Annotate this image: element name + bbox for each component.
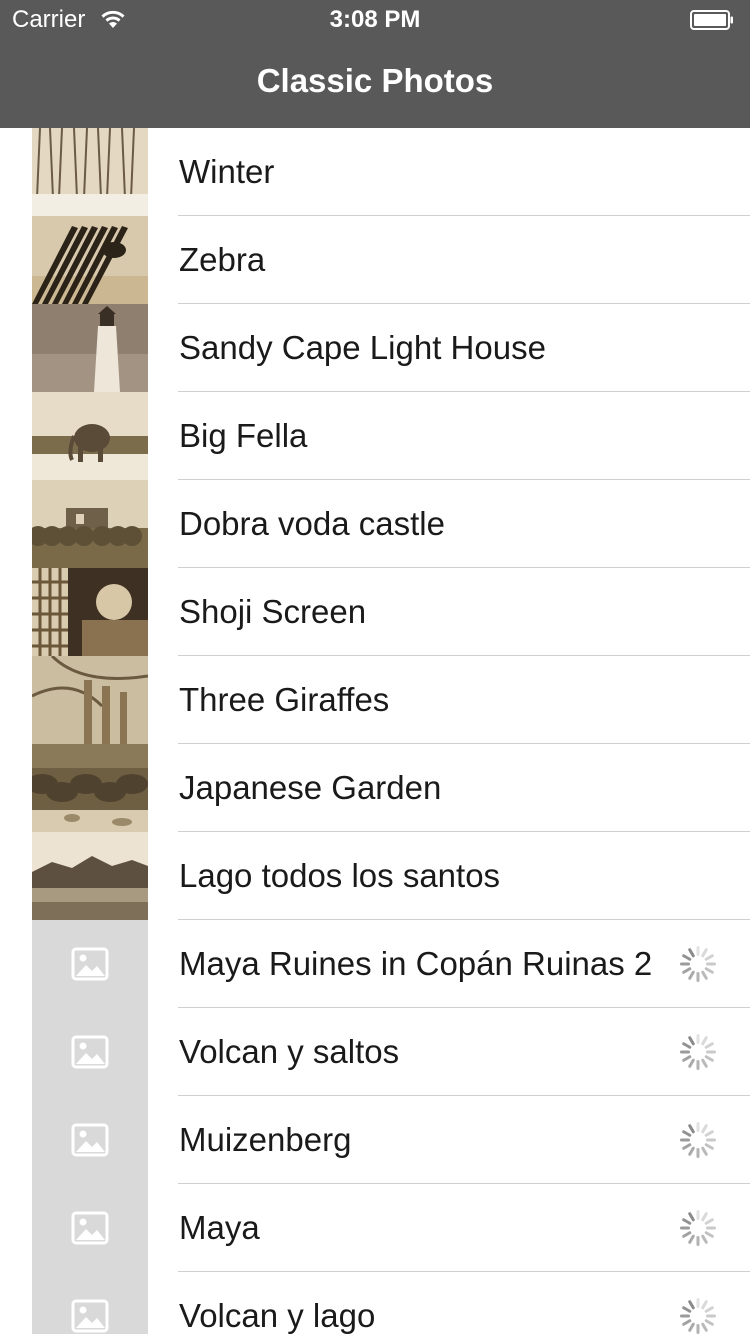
photo-list[interactable]: Winter Zebra Sandy Cape Light House Big Fel… bbox=[0, 128, 750, 1334]
photo-thumbnail bbox=[32, 216, 148, 304]
photo-thumbnail bbox=[32, 656, 148, 744]
photo-title: Winter bbox=[179, 153, 275, 190]
photo-title: Shoji Screen bbox=[179, 593, 367, 630]
battery-icon bbox=[690, 10, 733, 30]
page-title: Classic Photos bbox=[256, 62, 494, 99]
loading-spinner-icon bbox=[678, 1032, 718, 1072]
photo-title: Three Giraffes bbox=[179, 681, 390, 718]
photo-row[interactable]: Japanese Garden bbox=[0, 744, 750, 832]
photo-row[interactable]: Big Fella bbox=[0, 392, 750, 480]
photo-thumbnail bbox=[32, 128, 148, 216]
photo-title: Lago todos los santos bbox=[179, 857, 501, 894]
loading-spinner-icon bbox=[678, 1120, 718, 1160]
image-placeholder-icon bbox=[32, 920, 148, 1008]
status-bar: Carrier 3:08 PM bbox=[0, 0, 750, 40]
photo-thumbnail bbox=[32, 304, 148, 392]
navigation-bar: Carrier 3:08 PM Classic Photos bbox=[0, 0, 750, 128]
photo-title: Muizenberg bbox=[179, 1121, 352, 1158]
photo-row[interactable]: Volcan y saltos bbox=[0, 1008, 750, 1096]
photo-title: Volcan y lago bbox=[179, 1297, 376, 1334]
photo-row[interactable]: Muizenberg bbox=[0, 1096, 750, 1184]
loading-spinner-icon bbox=[678, 1296, 718, 1334]
photo-title: Volcan y saltos bbox=[179, 1033, 400, 1070]
photo-title: Maya Ruines in Copán Ruinas 2 bbox=[179, 945, 653, 982]
photo-row[interactable]: Maya Ruines in Copán Ruinas 2 bbox=[0, 920, 750, 1008]
loading-spinner-icon bbox=[678, 1208, 718, 1248]
photo-row[interactable]: Lago todos los santos bbox=[0, 832, 750, 920]
photo-row[interactable]: Shoji Screen bbox=[0, 568, 750, 656]
photo-thumbnail bbox=[32, 568, 148, 656]
photo-title: Sandy Cape Light House bbox=[179, 329, 546, 366]
image-placeholder-icon bbox=[32, 1184, 148, 1272]
photo-thumbnail bbox=[32, 480, 148, 568]
photo-row[interactable]: Sandy Cape Light House bbox=[0, 304, 750, 392]
loading-spinner-icon bbox=[678, 944, 718, 984]
image-placeholder-icon bbox=[32, 1096, 148, 1184]
photo-title: Zebra bbox=[179, 241, 266, 278]
photo-thumbnail bbox=[32, 392, 148, 480]
photo-row[interactable]: Volcan y lago bbox=[0, 1272, 750, 1334]
photo-row[interactable]: Maya bbox=[0, 1184, 750, 1272]
photo-title: Dobra voda castle bbox=[179, 505, 445, 542]
image-placeholder-icon bbox=[32, 1272, 148, 1334]
image-placeholder-icon bbox=[32, 1008, 148, 1096]
photo-title: Big Fella bbox=[179, 417, 308, 454]
photo-title: Japanese Garden bbox=[179, 769, 442, 806]
photo-thumbnail bbox=[32, 744, 148, 832]
photo-row[interactable]: Zebra bbox=[0, 216, 750, 304]
photo-row[interactable]: Dobra voda castle bbox=[0, 480, 750, 568]
photo-title: Maya bbox=[179, 1209, 260, 1246]
photo-thumbnail bbox=[32, 832, 148, 920]
clock: 3:08 PM bbox=[329, 6, 421, 33]
photo-row[interactable]: Winter bbox=[0, 128, 750, 216]
photo-row[interactable]: Three Giraffes bbox=[0, 656, 750, 744]
